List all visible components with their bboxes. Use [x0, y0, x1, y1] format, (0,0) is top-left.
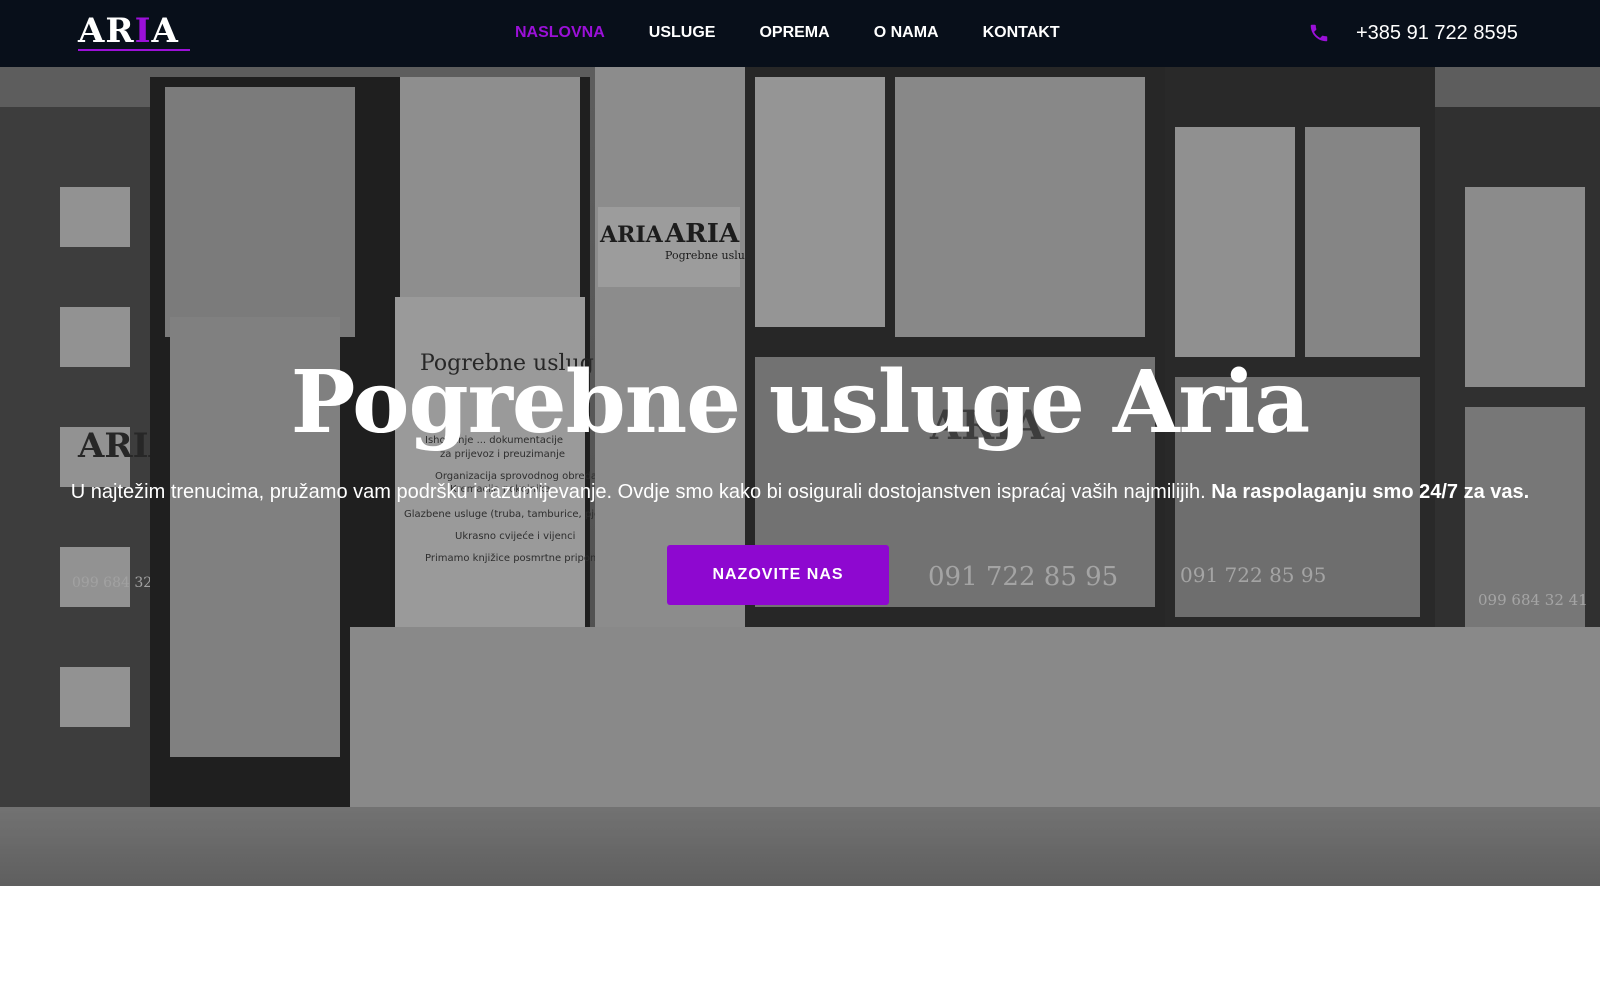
nav-item-naslovna[interactable]: NASLOVNA [515, 22, 605, 44]
content-area [0, 886, 1600, 1000]
hero-title: Pogrebne usluge Aria [290, 352, 1311, 453]
phone-icon [1310, 24, 1328, 42]
nav-item-kontakt[interactable]: KONTAKT [983, 22, 1060, 44]
hero-overlay [0, 67, 1600, 886]
nav-item-usluge[interactable]: USLUGE [649, 22, 716, 44]
phone-number[interactable]: +385 91 722 8595 [1356, 20, 1518, 46]
logo-text: ARIA [78, 11, 179, 51]
hero-subtitle-highlight: Na raspolaganju smo 24/7 za vas. [1211, 481, 1530, 503]
main-nav: NASLOVNA USLUGE OPREMA O NAMA KONTAKT [515, 22, 1060, 44]
header-phone[interactable]: +385 91 722 8595 [1308, 20, 1518, 46]
hero-section: ARIA 099 684 32 41 Pogrebne uslug Ishode… [0, 67, 1600, 886]
nav-item-o-nama[interactable]: O NAMA [874, 22, 939, 44]
call-us-button[interactable]: NAZOVITE NAS [667, 545, 889, 605]
aria-logo[interactable]: ARIA [78, 11, 190, 51]
logo-underline [78, 49, 190, 51]
hero-subtitle: U najtežim trenucima, pružamo vam podršk… [0, 479, 1600, 505]
nav-item-oprema[interactable]: OPREMA [759, 22, 829, 44]
site-header: ARIA NASLOVNA USLUGE OPREMA O NAMA KONTA… [0, 0, 1600, 67]
hero-subtitle-text: U najtežim trenucima, pružamo vam podršk… [70, 481, 1206, 503]
